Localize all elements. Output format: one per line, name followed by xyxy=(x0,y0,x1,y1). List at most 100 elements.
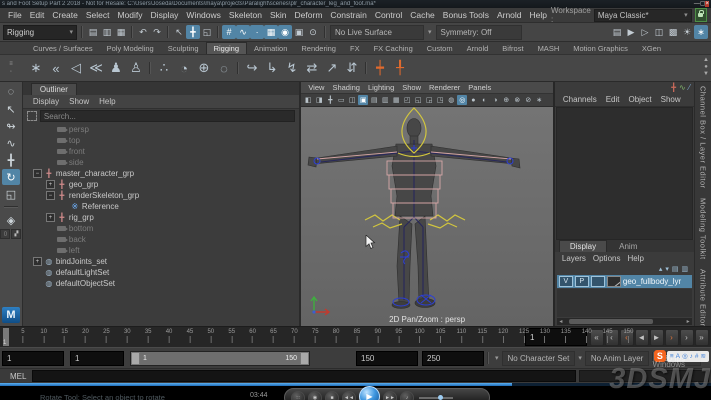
chevron-down-icon[interactable]: ▾ xyxy=(575,354,585,362)
wireframe-icon[interactable]: ◍ xyxy=(446,95,456,105)
move-tool-icon[interactable]: ╋ xyxy=(2,152,20,168)
show-manipulators-icon[interactable]: ╋ xyxy=(671,83,676,93)
symmetry-field[interactable]: Symmetry: Off xyxy=(436,25,522,40)
playback-start-field[interactable]: 1 xyxy=(70,351,124,366)
viewport-menu-renderer[interactable]: Renderer xyxy=(426,83,463,92)
lock-selection-icon[interactable]: ▣ xyxy=(292,25,306,39)
channel-box-menu-channels[interactable]: Channels xyxy=(559,95,601,104)
point-constraint-icon[interactable]: ↳ xyxy=(262,58,282,78)
interactive-bind-icon[interactable]: ♙ xyxy=(126,58,146,78)
shadows-icon[interactable]: ◑ xyxy=(490,95,500,105)
tool-context-icon[interactable]: ◌ xyxy=(2,84,20,100)
play-backwards-button[interactable]: ◄ xyxy=(635,329,649,346)
outliner-item-back[interactable]: +back xyxy=(23,234,299,245)
loop-icon[interactable]: ◉ xyxy=(308,391,322,400)
outliner-menu-display[interactable]: Display xyxy=(29,97,63,106)
emoji-icon[interactable]: ◎ xyxy=(682,352,688,360)
step-forward-key-button[interactable]: › xyxy=(665,329,679,346)
volume-slider[interactable] xyxy=(419,397,453,399)
pole-vector-constraint-icon[interactable]: ⇵ xyxy=(342,58,362,78)
single-pane-layout-button[interactable]: ▯ xyxy=(0,229,10,239)
viewport-menu-panels[interactable]: Panels xyxy=(465,83,494,92)
outliner-item-front[interactable]: +front xyxy=(23,146,299,157)
animation-start-field[interactable]: 1 xyxy=(2,351,64,366)
shelf-tab-rigging[interactable]: Rigging xyxy=(206,42,247,54)
fast-forward-button[interactable]: ►► xyxy=(383,391,397,400)
expand-icon[interactable]: + xyxy=(33,257,42,266)
save-scene-icon[interactable]: ▦ xyxy=(114,25,128,39)
live-surface-field[interactable]: No Live Surface xyxy=(330,25,424,40)
move-tool-icon[interactable]: ╋ xyxy=(186,25,200,39)
workspace-selector[interactable]: Maya Classic* ▾ xyxy=(594,9,692,22)
chevron-down-icon[interactable]: ▾ xyxy=(492,354,502,362)
filter-icon[interactable] xyxy=(27,111,37,121)
outliner-item-geo-grp[interactable]: +╋geo_grp xyxy=(23,179,299,190)
redo-icon[interactable]: ↷ xyxy=(150,25,164,39)
depth-peel-icon[interactable]: ∗ xyxy=(534,95,544,105)
shelf-tab-motion-graphics[interactable]: Motion Graphics xyxy=(566,43,635,54)
shelf-tab-bifrost[interactable]: Bifrost xyxy=(495,43,530,54)
last-tool-icon[interactable]: ◈ xyxy=(2,212,20,228)
menu-set-selector[interactable]: Rigging ▾ xyxy=(3,25,77,40)
layer-editor-tab-anim[interactable]: Anim xyxy=(609,241,647,252)
step-forward-frame-button[interactable]: › xyxy=(680,329,694,346)
voice-icon[interactable]: ♪ xyxy=(690,353,693,360)
viewport-menu-lighting[interactable]: Lighting xyxy=(365,83,397,92)
film-gate-icon[interactable]: ▥ xyxy=(380,95,390,105)
paint-effects-icon[interactable]: ∗ xyxy=(694,25,708,39)
menu-help[interactable]: Help xyxy=(526,10,551,20)
camera-attrs-icon[interactable]: ╋ xyxy=(325,95,335,105)
current-frame-field[interactable]: 1 xyxy=(525,328,587,346)
menu-file[interactable]: File xyxy=(4,10,26,20)
layer-editor-menu-help[interactable]: Help xyxy=(624,254,646,263)
workspace-lock-button[interactable] xyxy=(695,8,707,22)
outliner-item-defaultobjectset[interactable]: +◍defaultObjectSet xyxy=(23,278,299,289)
input-mode-icon[interactable]: ≡ xyxy=(670,353,674,360)
scroll-left-icon[interactable]: ◂ xyxy=(557,318,565,325)
field-chart-icon[interactable]: ◱ xyxy=(413,95,423,105)
wrap-deformer-icon[interactable]: ⊕ xyxy=(194,58,214,78)
select-tool-icon[interactable]: ↖ xyxy=(2,101,20,117)
collapse-icon[interactable]: − xyxy=(46,191,55,200)
outliner-item-rig-grp[interactable]: +╋rig_grp xyxy=(23,212,299,223)
multisample-icon[interactable]: ⊘ xyxy=(523,95,533,105)
shelf-menu[interactable]: ≡◦ xyxy=(2,55,20,81)
shelf-tab-fx[interactable]: FX xyxy=(343,43,367,54)
menu-select[interactable]: Select xyxy=(82,10,114,20)
make-live-icon[interactable]: ◉ xyxy=(278,25,292,39)
outliner-item-side[interactable]: +side xyxy=(23,157,299,168)
outliner-item-renderskeleton-grp[interactable]: −╋renderSkeleton_grp xyxy=(23,190,299,201)
new-layer-selected-icon[interactable]: ▥ xyxy=(681,265,688,273)
expand-icon[interactable]: + xyxy=(46,180,55,189)
menu-arnold[interactable]: Arnold xyxy=(493,10,526,20)
playback-end-field[interactable]: 150 xyxy=(356,351,418,366)
collapse-icon[interactable]: − xyxy=(33,169,42,178)
undo-icon[interactable]: ↶ xyxy=(136,25,150,39)
shelf-tab-mash[interactable]: MASH xyxy=(531,43,567,54)
menu-modify[interactable]: Modify xyxy=(114,10,147,20)
display-layer-row[interactable]: V P geo_fullbody_lyr xyxy=(557,275,692,288)
outliner-item-left[interactable]: +left xyxy=(23,245,299,256)
outliner-item-persp[interactable]: +persp xyxy=(23,124,299,135)
layer-display-type-toggle[interactable] xyxy=(591,276,605,287)
move-layer-up-icon[interactable]: ▴ xyxy=(659,265,663,273)
shelf-tab-curves-surfaces[interactable]: Curves / Surfaces xyxy=(26,43,100,54)
shelf-scroll[interactable]: ▲●▼ xyxy=(703,57,709,77)
ik-handle-tool-icon[interactable]: « xyxy=(46,58,66,78)
side-tab-modeling-toolkit[interactable]: Modeling Toolkit xyxy=(699,198,708,259)
shelf-tab-rendering[interactable]: Rendering xyxy=(294,43,343,54)
snap-curve-icon[interactable]: ∿ xyxy=(236,25,250,39)
menu-skeleton[interactable]: Skeleton xyxy=(225,10,266,20)
four-pane-layout-button[interactable]: ▞ xyxy=(11,229,21,239)
channel-box-menu-show[interactable]: Show xyxy=(657,95,685,104)
side-tab-attribute-editor[interactable]: Attribute Editor xyxy=(699,269,708,326)
outliner-tab[interactable]: Outliner xyxy=(31,83,77,95)
add-attribute-icon[interactable]: ┿ xyxy=(370,58,390,78)
menu-cache[interactable]: Cache xyxy=(406,10,439,20)
safe-action-icon[interactable]: ◲ xyxy=(424,95,434,105)
outliner-menu-show[interactable]: Show xyxy=(65,97,93,106)
shelf-tab-custom[interactable]: Custom xyxy=(420,43,460,54)
time-slider-ruler[interactable]: 1 51015202530354045505560657075808590951… xyxy=(2,328,521,346)
outliner-menu-help[interactable]: Help xyxy=(95,97,119,106)
lock-camera-icon[interactable]: ◨ xyxy=(314,95,324,105)
